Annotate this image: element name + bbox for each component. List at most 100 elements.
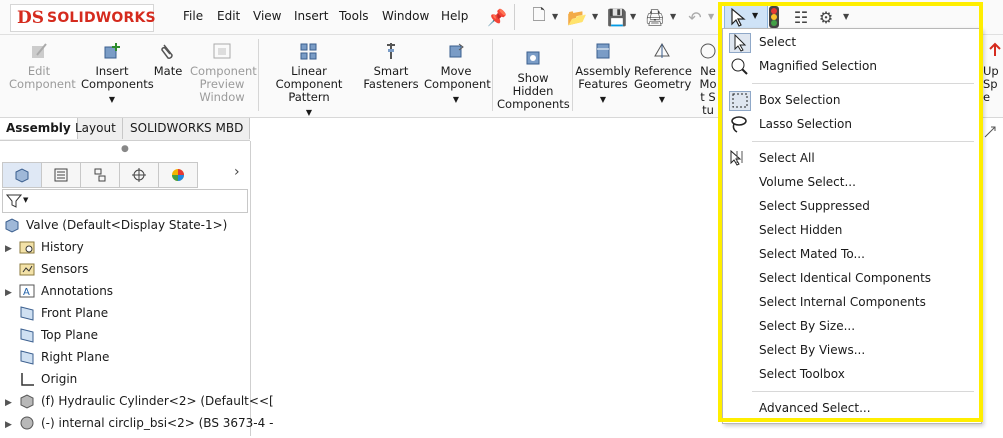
menu-view[interactable]: View	[253, 9, 281, 23]
assembly-features-icon	[596, 43, 610, 59]
tree-item-history[interactable]: ▶ History	[0, 236, 84, 258]
tree-item-top-plane[interactable]: Top Plane	[0, 324, 98, 346]
insert-components-button[interactable]: Insert Components ▼	[76, 35, 154, 106]
menu-edit[interactable]: Edit	[217, 9, 240, 23]
panel-collapse-handle[interactable]: ●	[121, 144, 129, 154]
tab-assembly[interactable]: Assembly	[0, 118, 78, 139]
tab-layout[interactable]: Layout	[69, 118, 123, 139]
menu-item-select-mated-to[interactable]: Select Mated To...	[722, 242, 980, 266]
update-speedpak-button[interactable]: Up Spe	[983, 35, 1003, 104]
part-cube-icon	[15, 168, 29, 183]
display-manager-tab[interactable]	[159, 162, 198, 188]
dimxpert-manager-tab[interactable]	[120, 162, 159, 188]
chevron-down-icon[interactable]: ▼	[630, 12, 636, 21]
expand-arrow-icon[interactable]: ▶	[5, 282, 15, 304]
tree-filter-bar[interactable]: ▼	[2, 189, 248, 213]
show-hidden-button[interactable]: Show Hidden Components	[496, 42, 570, 111]
crosshair-icon	[132, 168, 146, 182]
expand-arrow-icon[interactable]: ▶	[5, 392, 15, 414]
gear-icon[interactable]: ⚙	[815, 6, 837, 28]
expand-arrow-icon[interactable]: ▶	[5, 238, 15, 260]
save-icon[interactable]: 💾	[606, 6, 628, 28]
pin-icon[interactable]: 📌	[486, 6, 508, 28]
configuration-manager-tab[interactable]	[81, 162, 120, 188]
menu-window[interactable]: Window	[382, 9, 429, 23]
menu-item-select-identical-components[interactable]: Select Identical Components	[722, 266, 980, 290]
tree-root-label: Valve (Default<Display State-1>)	[26, 218, 228, 232]
chevron-down-icon[interactable]: ▼	[670, 12, 676, 21]
color-wheel-icon	[172, 169, 184, 181]
new-document-icon[interactable]: 🗋	[528, 5, 550, 28]
plane-icon	[19, 349, 35, 365]
traffic-light-icon[interactable]	[768, 6, 780, 28]
menu-item-select-toolbox[interactable]: Select Toolbox	[722, 362, 980, 386]
tree-item-label: Front Plane	[41, 306, 109, 320]
menu-item-select-all[interactable]: Select All	[722, 146, 980, 170]
tree-item-hydraulic-cylinder[interactable]: ▶ (f) Hydraulic Cylinder<2> (Default<<[	[0, 390, 274, 412]
menu-item-volume-select[interactable]: Volume Select...	[722, 170, 980, 194]
chevron-down-icon[interactable]: ▼	[23, 196, 28, 204]
chevron-down-icon[interactable]: ▼	[752, 11, 758, 20]
chevron-down-icon[interactable]: ▼	[552, 12, 558, 21]
chevron-down-icon[interactable]: ▼	[843, 12, 849, 21]
tree-item-sensors[interactable]: Sensors	[0, 258, 88, 280]
select-tool-button[interactable]: ▼	[724, 4, 768, 30]
component-preview-button[interactable]: Component Preview Window	[188, 35, 257, 104]
menu-tools[interactable]: Tools	[339, 9, 369, 23]
tree-item-annotations[interactable]: ▶ A Annotations	[0, 280, 113, 302]
chevron-down-icon[interactable]: ▼	[260, 106, 358, 119]
chevron-down-icon[interactable]: ▼	[708, 12, 714, 21]
chevron-right-icon[interactable]: ›	[234, 164, 240, 180]
file-properties-icon[interactable]: ☷	[790, 6, 812, 28]
assembly-features-button[interactable]: Assembly Features ▼	[574, 35, 632, 106]
open-folder-icon[interactable]: 📂	[566, 6, 588, 28]
smart-fasteners-button[interactable]: Smart Fasteners	[360, 35, 422, 91]
tree-item-label: History	[41, 240, 84, 254]
tree-item-internal-circlip[interactable]: ▶ (-) internal circlip_bsi<2> (BS 3673-4 …	[0, 412, 273, 434]
history-icon	[19, 239, 35, 255]
menu-help[interactable]: Help	[441, 9, 468, 23]
chevron-down-icon[interactable]: ▼	[574, 93, 632, 106]
menu-item-select-by-views[interactable]: Select By Views...	[722, 338, 980, 362]
menu-item-select-suppressed[interactable]: Select Suppressed	[722, 194, 980, 218]
tab-solidworks-mbd[interactable]: SOLIDWORKS MBD	[124, 118, 251, 139]
expand-arrow-icon[interactable]: ▶	[5, 414, 15, 436]
fastener-icon	[387, 43, 395, 59]
menu-item-lasso-selection[interactable]: Lasso Selection	[722, 112, 980, 136]
annotations-icon: A	[19, 283, 35, 299]
divider	[572, 39, 573, 111]
menu-item-select-by-size[interactable]: Select By Size...	[722, 314, 980, 338]
chevron-down-icon[interactable]: ▼	[634, 93, 690, 106]
linear-pattern-label: Linear Component Pattern	[275, 64, 343, 104]
tree-root-assembly[interactable]: Valve (Default<Display State-1>)	[0, 214, 227, 236]
feature-tree-tab[interactable]	[2, 162, 42, 188]
menu-insert[interactable]: Insert	[294, 9, 328, 23]
solidworks-logo[interactable]: DS SOLIDWORKS	[10, 4, 156, 32]
mate-button[interactable]: Mate	[150, 35, 186, 78]
chevron-down-icon[interactable]: ▼	[424, 93, 488, 106]
tree-item-right-plane[interactable]: Right Plane	[0, 346, 109, 368]
part-icon	[19, 415, 35, 431]
menu-item-select[interactable]: Select	[722, 30, 980, 54]
linear-pattern-button[interactable]: Linear Component Pattern ▼	[260, 35, 358, 119]
menu-item-select-internal-components[interactable]: Select Internal Components	[722, 290, 980, 314]
new-motion-study-button[interactable]: Ne Mot Stu	[696, 35, 720, 117]
menu-item-select-hidden[interactable]: Select Hidden	[722, 218, 980, 242]
reference-geometry-button[interactable]: Reference Geometry ▼	[634, 35, 692, 106]
menu-file[interactable]: File	[183, 9, 203, 23]
move-component-button[interactable]: Move Component ▼	[424, 35, 491, 106]
heads-up-toolbar-icon[interactable]	[982, 124, 998, 140]
menu-item-box-selection[interactable]: Box Selection	[722, 88, 980, 112]
motion-study-icon	[700, 43, 716, 59]
chevron-down-icon[interactable]: ▼	[592, 12, 598, 21]
tree-item-origin[interactable]: Origin	[0, 368, 77, 390]
print-icon[interactable]: 🖨	[644, 6, 666, 28]
tree-item-front-plane[interactable]: Front Plane	[0, 302, 108, 324]
menu-item-magnified-selection[interactable]: Magnified Selection	[722, 54, 980, 78]
menu-item-advanced-select[interactable]: Advanced Select...	[722, 396, 980, 420]
edit-component-button[interactable]: Edit Component	[4, 35, 76, 91]
undo-icon[interactable]: ↶	[684, 6, 706, 28]
assembly-features-label: Assembly Features	[575, 64, 631, 91]
chevron-down-icon[interactable]: ▼	[76, 93, 148, 106]
property-manager-tab[interactable]	[42, 162, 81, 188]
